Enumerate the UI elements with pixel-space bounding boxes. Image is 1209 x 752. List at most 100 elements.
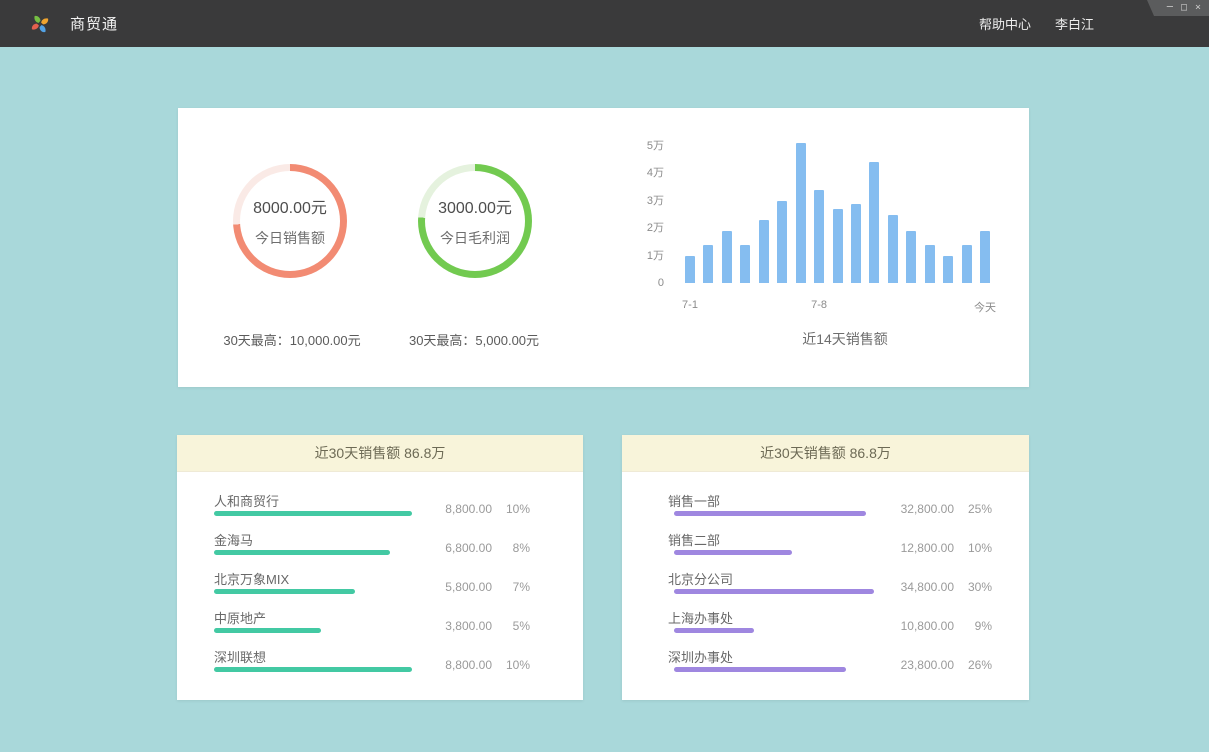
rank-item-name: 中原地产 [214,608,266,627]
y-axis-tick: 4万 [647,166,664,180]
rank-amount: 12,800.00 [874,541,954,555]
rank-item-name: 北京分公司 [668,569,733,588]
rank-bar-track [674,628,874,633]
x-axis-tick: 今天 [974,299,996,315]
rank-bar [674,511,866,516]
rank-row: 人和商贸行8,800.0010% [214,488,583,527]
rank-values: 10,800.009% [874,619,992,633]
bar [685,256,695,283]
rank-bar-track [214,628,412,633]
overview-card: 8000.00元 今日销售额 30天最高：10,000.00元 3000.00元… [178,108,1029,387]
rank-values: 5,800.007% [412,580,530,594]
app-title: 商贸通 [70,13,118,34]
rank-values: 3,800.005% [412,619,530,633]
rank-percent: 25% [954,502,992,516]
rank-amount: 8,800.00 [412,658,492,672]
app-logo-pinwheel-icon [27,11,53,37]
rank-percent: 9% [954,619,992,633]
rank-bar [674,550,792,555]
rank-row: 北京万象MIX 5,800.007% [214,566,583,605]
rank-amount: 5,800.00 [412,580,492,594]
bar-chart-x-axis: 7-17-8今天 [638,299,998,313]
maximize-icon[interactable]: □ [1181,0,1187,16]
rank-bar-track [214,550,412,555]
today-sales-label: 今日销售额 [255,228,325,248]
rank-bar-track [674,589,874,594]
help-center-link[interactable]: 帮助中心 [979,14,1031,33]
rank-percent: 8% [492,541,530,555]
rank-item-name: 销售一部 [668,491,720,510]
rank-bar-track [214,667,412,672]
today-sales-value: 8000.00元 [253,194,327,218]
close-icon[interactable]: × [1195,0,1201,16]
rank-values: 6,800.008% [412,541,530,555]
today-sales-30d-max: 30天最高：10,000.00元 [223,330,360,349]
x-axis-tick: 7-8 [811,299,827,311]
rank-item-name: 金海马 [214,530,253,549]
window-controls: ─ □ × [1147,0,1209,16]
rank-row: 上海办事处 10,800.009% [668,605,1029,644]
bar-chart-y-axis: 5万4万3万2万1万0 [638,133,664,293]
rank-percent: 7% [492,580,530,594]
titlebar: 商贸通 帮助中心 李白江 ─ □ × [0,0,1209,47]
rank-item-name: 上海办事处 [668,608,733,627]
user-menu[interactable]: 李白江 [1055,14,1094,33]
rank-row: 销售二部 12,800.0010% [668,527,1029,566]
today-profit-donut-center: 3000.00元 今日毛利润 [425,171,525,271]
bar [851,204,861,283]
today-sales-donut: 8000.00元 今日销售额 [233,164,347,278]
rank-bar-track [674,511,874,516]
rank-bar [214,667,412,672]
bar [869,162,879,283]
rank-item-name: 销售二部 [668,530,720,549]
rank-percent: 10% [954,541,992,555]
department-rank-title: 近30天销售额 86.8万 [622,435,1029,472]
rank-bar [674,628,754,633]
rank-bar [214,550,390,555]
rank-values: 32,800.0025% [874,502,992,516]
today-sales-donut-center: 8000.00元 今日销售额 [240,171,340,271]
y-axis-tick: 0 [658,276,664,290]
rank-row: 金海马 6,800.008% [214,527,583,566]
bar [833,209,843,283]
right-rank-rows: 销售一部 32,800.0025% 销售二部 12,800.0010% 北京分公司 34,… [622,472,1029,683]
rank-row: 深圳联想8,800.0010% [214,644,583,683]
rank-amount: 6,800.00 [412,541,492,555]
rank-bar-track [214,511,412,516]
department-rank-card: 近30天销售额 86.8万 销售一部 32,800.0025% 销售二部 12,800… [622,435,1029,700]
bar [759,220,769,283]
customer-rank-card: 近30天销售额 86.8万 人和商贸行8,800.0010%金海马6,800.0… [177,435,583,700]
rank-bar [674,589,874,594]
rank-amount: 34,800.00 [874,580,954,594]
today-profit-label: 今日毛利润 [440,228,510,248]
rank-bar-track [674,667,874,672]
rank-percent: 26% [954,658,992,672]
rank-values: 12,800.0010% [874,541,992,555]
bar [980,231,990,283]
rank-percent: 10% [492,502,530,516]
rank-row: 中原地产 3,800.005% [214,605,583,644]
minimize-icon[interactable]: ─ [1167,0,1173,16]
y-axis-tick: 3万 [647,194,664,208]
today-profit-donut: 3000.00元 今日毛利润 [418,164,532,278]
rank-values: 8,800.0010% [412,502,530,516]
rank-values: 23,800.0026% [874,658,992,672]
rank-amount: 32,800.00 [874,502,954,516]
rank-item-name: 北京万象MIX [214,569,289,588]
sales-14d-bar-chart: 5万4万3万2万1万0 7-17-8今天 近14天销售额 [638,133,998,373]
bar-chart-title: 近14天销售额 [802,329,888,349]
y-axis-tick: 1万 [647,249,664,263]
rank-bar-track [674,550,874,555]
bar [722,231,732,283]
rank-bar [214,628,321,633]
today-profit-value: 3000.00元 [438,194,512,218]
bar [796,143,806,283]
y-axis-tick: 5万 [647,139,664,153]
rank-amount: 3,800.00 [412,619,492,633]
rank-percent: 30% [954,580,992,594]
bar-chart-bars [685,133,990,283]
rank-amount: 10,800.00 [874,619,954,633]
rank-row: 深圳办事处23,800.0026% [668,644,1029,683]
today-profit-30d-max: 30天最高：5,000.00元 [409,330,539,349]
rank-item-name: 深圳联想 [214,647,266,666]
